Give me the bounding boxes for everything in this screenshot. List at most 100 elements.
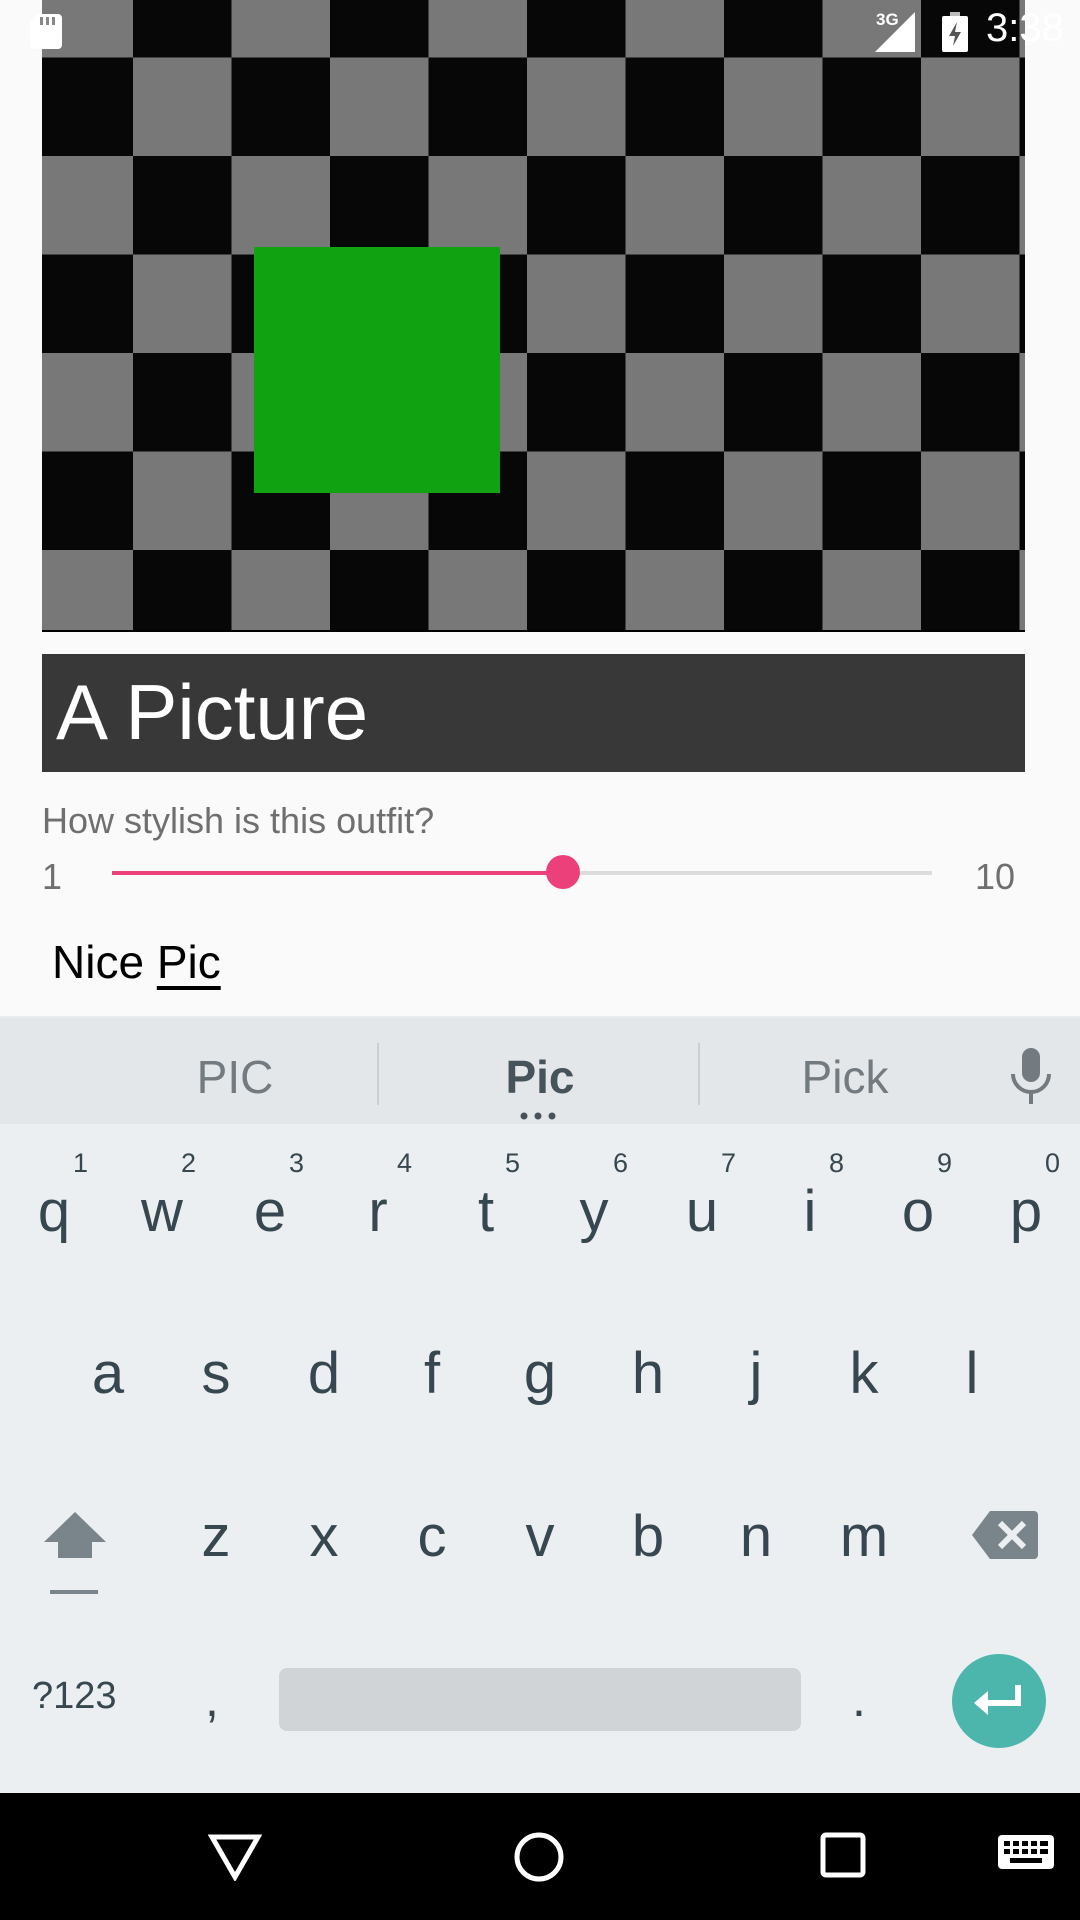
- clock: 3:38: [986, 6, 1064, 50]
- key-x[interactable]: x: [270, 1465, 378, 1615]
- recents-icon[interactable]: [819, 1831, 867, 1879]
- key-label: m: [839, 1504, 889, 1569]
- green-square: [254, 247, 500, 493]
- key-label: d: [307, 1341, 341, 1406]
- key-z[interactable]: z: [162, 1465, 270, 1615]
- key-y[interactable]: y6: [540, 1140, 648, 1290]
- key-hint: 7: [720, 1148, 736, 1178]
- key-hint: 0: [1044, 1148, 1060, 1178]
- picture-bottom-border: [42, 630, 1025, 632]
- picture-caption: A Picture: [56, 668, 369, 756]
- comment-input[interactable]: Nice Pic: [52, 935, 221, 989]
- key-label: b: [631, 1504, 665, 1569]
- rating-slider[interactable]: [112, 855, 932, 889]
- key-t[interactable]: t5: [432, 1140, 540, 1290]
- composing-word: Pic: [156, 936, 221, 988]
- backspace-icon[interactable]: [972, 1511, 1038, 1559]
- microphone-icon[interactable]: [1009, 1048, 1053, 1104]
- key-label: f: [423, 1341, 441, 1406]
- key-hint: 1: [72, 1148, 88, 1178]
- key-label: r: [368, 1179, 388, 1244]
- enter-icon: [974, 1685, 1021, 1715]
- key-label: e: [253, 1179, 287, 1244]
- key-label: y: [579, 1179, 609, 1244]
- key-n[interactable]: n: [702, 1465, 810, 1615]
- rating-question: How stylish is this outfit?: [42, 800, 435, 841]
- key-label: w: [141, 1179, 183, 1244]
- key-m[interactable]: m: [810, 1465, 918, 1615]
- symbols-key[interactable]: ?123: [32, 1675, 117, 1718]
- battery-charging-icon: [942, 12, 968, 52]
- key-f[interactable]: f: [378, 1302, 486, 1452]
- key-label: l: [965, 1341, 979, 1406]
- key-h[interactable]: h: [594, 1302, 702, 1452]
- sd-card-icon: [30, 14, 62, 49]
- key-hint: 4: [396, 1148, 412, 1178]
- key-w[interactable]: w2: [108, 1140, 216, 1290]
- key-hint: 2: [180, 1148, 196, 1178]
- comma-key[interactable]: ,: [205, 1670, 219, 1728]
- key-label: z: [201, 1504, 231, 1569]
- picture-image: [42, 0, 1025, 632]
- key-label: n: [739, 1504, 773, 1569]
- key-b[interactable]: b: [594, 1465, 702, 1615]
- key-u[interactable]: u7: [648, 1140, 756, 1290]
- key-label: h: [631, 1341, 665, 1406]
- key-label: j: [749, 1341, 763, 1406]
- key-r[interactable]: r4: [324, 1140, 432, 1290]
- key-s[interactable]: s: [162, 1302, 270, 1452]
- key-label: i: [803, 1179, 817, 1244]
- slider-max-label: 10: [975, 856, 1016, 897]
- key-label: a: [91, 1341, 125, 1406]
- picture-caption-bar: A Picture: [42, 654, 1025, 772]
- slider-fill: [112, 871, 563, 875]
- enter-key[interactable]: [952, 1654, 1046, 1748]
- status-bar: 3G 3:38: [0, 0, 1080, 63]
- key-label: o: [901, 1179, 935, 1244]
- key-label: p: [1009, 1179, 1043, 1244]
- key-label: s: [201, 1341, 231, 1406]
- key-p[interactable]: p0: [972, 1140, 1080, 1290]
- key-label: t: [477, 1179, 495, 1244]
- key-hint: 8: [828, 1148, 844, 1178]
- home-icon[interactable]: [513, 1831, 565, 1883]
- period-key[interactable]: .: [852, 1670, 866, 1728]
- comment-text: Nice: [52, 936, 157, 988]
- key-hint: 6: [612, 1148, 628, 1178]
- key-l[interactable]: l: [918, 1302, 1026, 1452]
- more-suggestions-icon[interactable]: [518, 1112, 558, 1120]
- slider-thumb[interactable]: [546, 855, 580, 889]
- space-bar[interactable]: [279, 1668, 801, 1731]
- key-e[interactable]: e3: [216, 1140, 324, 1290]
- key-hint: 9: [936, 1148, 952, 1178]
- key-label: q: [37, 1179, 71, 1244]
- suggestion-divider: [377, 1043, 379, 1105]
- key-v[interactable]: v: [486, 1465, 594, 1615]
- key-i[interactable]: i8: [756, 1140, 864, 1290]
- key-label: x: [309, 1504, 339, 1569]
- key-label: v: [525, 1504, 555, 1569]
- key-d[interactable]: d: [270, 1302, 378, 1452]
- keyboard-switch-icon[interactable]: [998, 1835, 1054, 1875]
- key-label: g: [523, 1341, 557, 1406]
- key-g[interactable]: g: [486, 1302, 594, 1452]
- back-icon[interactable]: [208, 1833, 262, 1881]
- slider-min-label: 1: [42, 856, 63, 897]
- key-a[interactable]: a: [54, 1302, 162, 1452]
- suggestion-1[interactable]: PIC: [100, 1050, 370, 1104]
- suggestion-strip: PIC Pic Pick: [0, 1016, 1080, 1124]
- suggestion-3[interactable]: Pick: [700, 1050, 990, 1104]
- key-hint: 5: [504, 1148, 520, 1178]
- navigation-bar: [0, 1793, 1080, 1920]
- key-hint: 3: [288, 1148, 304, 1178]
- key-c[interactable]: c: [378, 1465, 486, 1615]
- key-k[interactable]: k: [810, 1302, 918, 1452]
- suggestion-2[interactable]: Pic: [380, 1050, 700, 1104]
- key-q[interactable]: q1: [0, 1140, 108, 1290]
- key-label: c: [417, 1504, 447, 1569]
- key-label: k: [849, 1341, 879, 1406]
- key-j[interactable]: j: [702, 1302, 810, 1452]
- key-o[interactable]: o9: [864, 1140, 972, 1290]
- shift-icon[interactable]: [42, 1508, 108, 1598]
- checkerboard-pattern: [42, 0, 1025, 632]
